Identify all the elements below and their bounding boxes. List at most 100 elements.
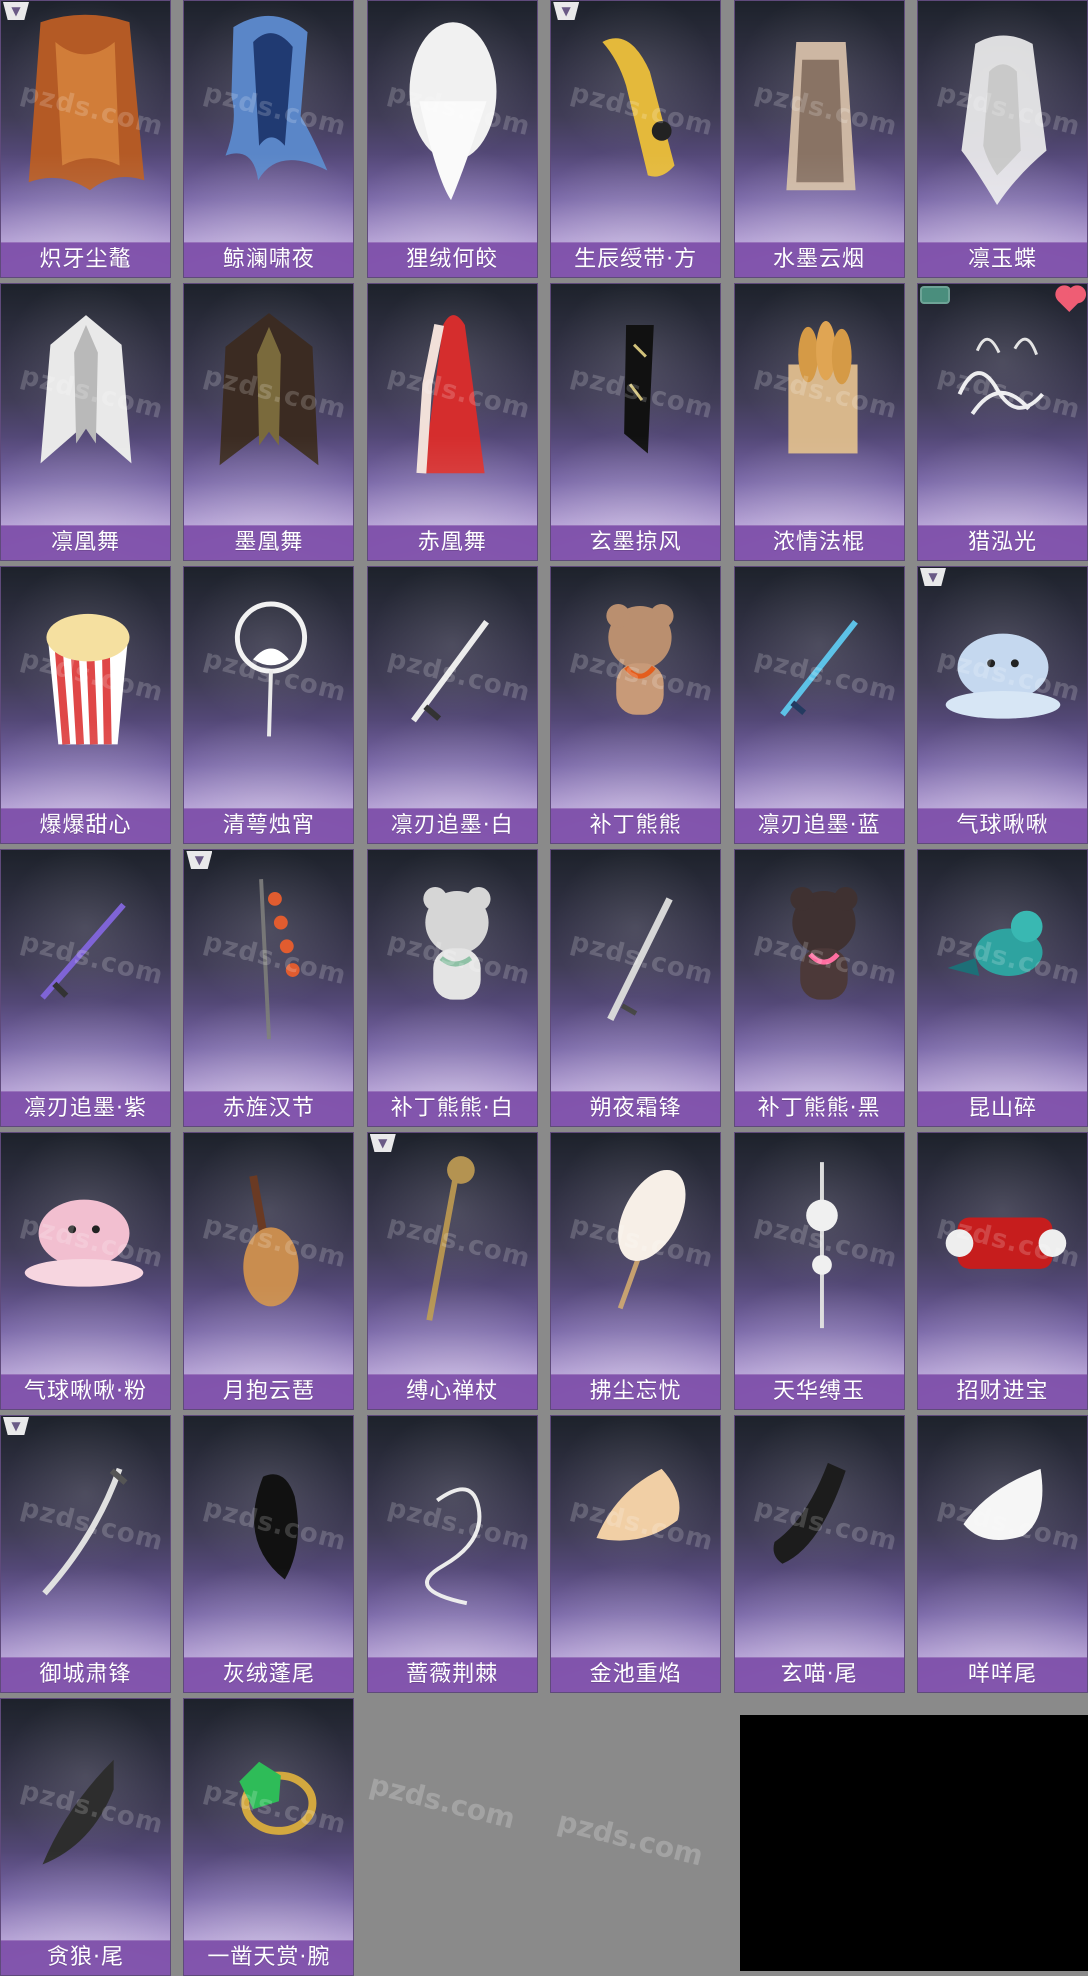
item-label: 清萼烛宵 bbox=[184, 808, 354, 843]
pipa-icon bbox=[184, 1133, 353, 1377]
item-card[interactable]: pzds.com 水墨云烟 bbox=[733, 0, 905, 278]
item-label: 狸绒何皎 bbox=[367, 242, 537, 277]
watermark-text: pzds.com bbox=[17, 360, 167, 426]
item-card[interactable]: pzds.com ▼ 赤旌汉节 bbox=[183, 849, 355, 1127]
item-label: 炽牙尘鼇 bbox=[1, 242, 170, 277]
item-card[interactable]: pzds.com 凛刃追墨·白 bbox=[366, 566, 538, 844]
watermark-text: pzds.com bbox=[751, 926, 901, 992]
item-card[interactable]: pzds.com 蔷薇荆棘 bbox=[366, 1415, 538, 1693]
item-card[interactable]: pzds.com 灰绒蓬尾 bbox=[183, 1415, 355, 1693]
watermark-text: pzds.com bbox=[567, 926, 717, 992]
watermark-text: pzds.com bbox=[17, 1209, 167, 1275]
black-wings-icon bbox=[184, 284, 353, 528]
item-card[interactable]: pzds.com 气球啾啾·粉 bbox=[0, 1132, 171, 1410]
watermark-text: pzds.com bbox=[384, 1209, 534, 1275]
item-card[interactable]: pzds.com 招财进宝 bbox=[916, 1132, 1088, 1410]
item-card[interactable]: pzds.com 金池重焰 bbox=[550, 1415, 722, 1693]
red-gown-icon bbox=[368, 284, 537, 528]
item-label: 补丁熊熊·黑 bbox=[734, 1091, 904, 1126]
item-card[interactable]: pzds.com 凛凰舞 bbox=[0, 283, 171, 561]
patch-bear-icon bbox=[551, 567, 720, 811]
watermark-text: pzds.com bbox=[934, 360, 1084, 426]
blue-sword-icon bbox=[735, 567, 904, 811]
items-grid: pzds.com ▼ 炽牙尘鼇 pzds.com 鲸澜啸夜 pzds.com 狸绒何皎 pzd… bbox=[0, 0, 1088, 1976]
watermark-text: pzds.com bbox=[384, 360, 534, 426]
item-card[interactable]: pzds.com 朔夜霜锋 bbox=[550, 849, 722, 1127]
item-card[interactable]: pzds.com 咩咩尾 bbox=[916, 1415, 1088, 1693]
watermark-text: pzds.com bbox=[567, 77, 717, 143]
watermark-text: pzds.com bbox=[17, 1775, 167, 1841]
item-label: 浓情法棍 bbox=[734, 525, 904, 560]
item-label: 水墨云烟 bbox=[734, 242, 904, 277]
watermark-text: pzds.com bbox=[934, 643, 1084, 709]
item-card[interactable]: pzds.com 拂尘忘忧 bbox=[550, 1132, 722, 1410]
item-card[interactable]: pzds.com 鲸澜啸夜 bbox=[183, 0, 355, 278]
item-card[interactable]: pzds.com ▼ 缚心禅杖 bbox=[366, 1132, 538, 1410]
corner-mark: ▼ bbox=[186, 851, 213, 869]
item-label: 朔夜霜锋 bbox=[551, 1091, 721, 1126]
item-card[interactable]: pzds.com 贪狼·尾 bbox=[0, 1698, 171, 1976]
item-label: 凛凰舞 bbox=[1, 525, 170, 560]
light-wisps-icon bbox=[918, 284, 1087, 528]
item-card[interactable]: pzds.com 昆山碎 bbox=[916, 849, 1088, 1127]
white-sword-icon bbox=[368, 567, 537, 811]
item-label: 补丁熊熊·白 bbox=[367, 1091, 537, 1126]
item-label: 拂尘忘忧 bbox=[551, 1374, 721, 1409]
item-card[interactable]: pzds.com ▼ 炽牙尘鼇 bbox=[0, 0, 171, 278]
item-label: 凛刃追墨·白 bbox=[367, 808, 537, 843]
bread-bag-icon bbox=[735, 284, 904, 528]
item-card[interactable]: pzds.com 猎泓光 bbox=[916, 283, 1088, 561]
watermark-text: pzds.com bbox=[934, 1492, 1084, 1558]
item-label: 生辰绶带·方 bbox=[551, 242, 721, 277]
silver-blade-icon bbox=[551, 850, 720, 1094]
item-card[interactable]: pzds.com 补丁熊熊·黑 bbox=[733, 849, 905, 1127]
popcorn-icon bbox=[1, 567, 170, 811]
item-label: 昆山碎 bbox=[917, 1091, 1087, 1126]
item-card[interactable]: pzds.com 玄墨掠风 bbox=[550, 283, 722, 561]
item-label: 鲸澜啸夜 bbox=[184, 242, 354, 277]
item-label: 天华缚玉 bbox=[734, 1374, 904, 1409]
item-card[interactable]: pzds.com 补丁熊熊·白 bbox=[366, 849, 538, 1127]
blue-balloon-icon bbox=[918, 567, 1087, 811]
pink-balloon-icon bbox=[1, 1133, 170, 1377]
item-label: 气球啾啾 bbox=[917, 808, 1087, 843]
item-label: 月抱云琶 bbox=[184, 1374, 354, 1409]
item-card[interactable]: pzds.com 凛刃追墨·紫 bbox=[0, 849, 171, 1127]
item-card[interactable]: pzds.com ▼ 御城肃锋 bbox=[0, 1415, 171, 1693]
item-card[interactable]: pzds.com 玄喵·尾 bbox=[733, 1415, 905, 1693]
item-card[interactable]: pzds.com 凛玉蝶 bbox=[916, 0, 1088, 278]
item-label: 凛刃追墨·蓝 bbox=[734, 808, 904, 843]
item-card[interactable]: pzds.com 一凿天赏·腕 bbox=[183, 1698, 355, 1976]
item-card[interactable]: pzds.com 墨凰舞 bbox=[183, 283, 355, 561]
lotus-staff-icon bbox=[184, 567, 353, 811]
item-card[interactable]: pzds.com 爆爆甜心 bbox=[0, 566, 171, 844]
watermark-text: pzds.com bbox=[567, 360, 717, 426]
item-card[interactable]: pzds.com ▼ 生辰绶带·方 bbox=[550, 0, 722, 278]
whisk-icon bbox=[551, 1133, 720, 1377]
item-card[interactable]: pzds.com 清萼烛宵 bbox=[183, 566, 355, 844]
item-card[interactable]: pzds.com 狸绒何皎 bbox=[366, 0, 538, 278]
watermark-text: pzds.com bbox=[384, 1492, 534, 1558]
watermark-text: pzds.com bbox=[200, 77, 350, 143]
item-card[interactable]: pzds.com ▼ 气球啾啾 bbox=[916, 566, 1088, 844]
item-card[interactable]: pzds.com 天华缚玉 bbox=[733, 1132, 905, 1410]
watermark-text: pzds.com bbox=[200, 1492, 350, 1558]
corner-mark: ▼ bbox=[919, 568, 946, 586]
item-card[interactable]: pzds.com 补丁熊熊 bbox=[550, 566, 722, 844]
item-card[interactable]: pzds.com 浓情法棍 bbox=[733, 283, 905, 561]
item-card[interactable]: pzds.com 月抱云琶 bbox=[183, 1132, 355, 1410]
watermark-text: pzds.com bbox=[751, 643, 901, 709]
watermark-text: pzds.com bbox=[751, 1492, 901, 1558]
corner-mark: ▼ bbox=[369, 1134, 396, 1152]
watermark-text: pzds.com bbox=[200, 643, 350, 709]
item-card[interactable]: pzds.com 凛刃追墨·蓝 bbox=[733, 566, 905, 844]
watermark-text: pzds.com bbox=[567, 1209, 717, 1275]
watermark-text: pzds.com bbox=[200, 360, 350, 426]
ink-robe-icon bbox=[735, 1, 904, 245]
item-card[interactable]: pzds.com 赤凰舞 bbox=[366, 283, 538, 561]
watermark-text: pzds.com bbox=[384, 926, 534, 992]
watermark-text: pzds.com bbox=[567, 643, 717, 709]
watermark-text: pzds.com bbox=[200, 1209, 350, 1275]
red-tassel-staff-icon bbox=[184, 850, 353, 1094]
item-label: 气球啾啾·粉 bbox=[1, 1374, 170, 1409]
